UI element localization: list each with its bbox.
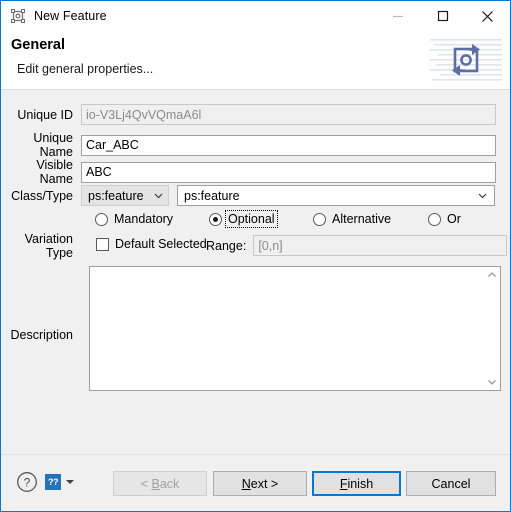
- range-label: Range:: [206, 238, 247, 253]
- help-badge-icon[interactable]: ??: [45, 474, 61, 490]
- visible-name-row: Visible Name: [1, 158, 511, 186]
- close-icon[interactable]: [465, 1, 510, 31]
- class-combo-value: ps:feature: [88, 188, 144, 203]
- unique-id-input[interactable]: [81, 104, 496, 125]
- unique-name-label: Unique Name: [33, 131, 73, 159]
- range-input[interactable]: [253, 235, 508, 256]
- page-title: General: [11, 37, 65, 53]
- chevron-down-icon: [478, 193, 487, 199]
- cancel-button[interactable]: Cancel: [406, 471, 496, 496]
- minimize-icon[interactable]: [375, 1, 420, 31]
- type-combo-value: ps:feature: [184, 188, 240, 203]
- dialog-footer: ? ?? < Back Next > Finish Cancel: [1, 454, 510, 511]
- range-row: Range:: [206, 235, 508, 256]
- back-button-label: < Back: [140, 476, 180, 491]
- help-circle-icon[interactable]: ?: [16, 471, 38, 493]
- scroll-up-icon[interactable]: [487, 270, 497, 280]
- description-textarea[interactable]: [89, 266, 501, 391]
- radio-alternative-label: Alternative: [332, 212, 392, 226]
- class-combo[interactable]: ps:feature: [81, 185, 169, 206]
- finish-button[interactable]: Finish: [312, 471, 401, 496]
- visible-name-input[interactable]: [81, 161, 496, 183]
- description-label: Description: [10, 328, 73, 342]
- feature-window-icon: [10, 8, 26, 24]
- radio-or-label: Or: [447, 212, 461, 226]
- scroll-down-icon[interactable]: [487, 377, 497, 387]
- sync-refresh-banner-icon: [430, 31, 502, 89]
- maximize-icon[interactable]: [420, 1, 465, 31]
- cancel-button-label: Cancel: [431, 476, 471, 491]
- radio-optional-label: Optional: [225, 210, 278, 228]
- radio-mandatory-label: Mandatory: [114, 212, 174, 226]
- radio-alternative[interactable]: Alternative: [313, 212, 392, 226]
- visible-name-label: Visible Name: [36, 158, 73, 186]
- default-selected-indicator: [96, 237, 109, 251]
- title-bar: New Feature: [1, 1, 510, 31]
- chevron-down-icon: [154, 193, 163, 199]
- description-scrollbar[interactable]: [484, 267, 500, 390]
- finish-button-label: Finish: [339, 476, 374, 491]
- radio-alternative-indicator: [313, 212, 326, 226]
- svg-text:?: ?: [24, 476, 31, 490]
- radio-mandatory[interactable]: Mandatory: [95, 212, 174, 226]
- unique-id-row: Unique ID: [1, 104, 511, 125]
- back-button[interactable]: < Back: [113, 471, 207, 496]
- window-title: New Feature: [34, 9, 107, 23]
- window-controls: [375, 1, 510, 31]
- form-area: Unique ID Unique Name Visible Name Class…: [1, 90, 510, 454]
- class-type-row: Class/Type ps:feature ps:feature: [1, 185, 511, 206]
- unique-id-label: Unique ID: [17, 107, 73, 122]
- chevron-down-icon[interactable]: [66, 480, 74, 484]
- unique-name-input[interactable]: [81, 134, 496, 156]
- next-button[interactable]: Next >: [213, 471, 307, 496]
- variation-type-label: Variation Type: [24, 232, 73, 260]
- radio-or[interactable]: Or: [428, 212, 462, 226]
- radio-or-indicator: [428, 212, 441, 226]
- next-button-label: Next >: [241, 476, 279, 491]
- unique-name-row: Unique Name: [1, 131, 511, 159]
- description-text[interactable]: [90, 267, 484, 390]
- radio-mandatory-indicator: [95, 212, 108, 226]
- class-type-label: Class/Type: [11, 188, 73, 203]
- type-combo[interactable]: ps:feature: [177, 185, 495, 206]
- default-selected-label: Default Selected: [115, 237, 207, 251]
- wizard-header: General Edit general properties...: [1, 31, 510, 90]
- default-selected-checkbox[interactable]: Default Selected: [96, 237, 208, 251]
- radio-optional[interactable]: Optional: [209, 210, 278, 228]
- radio-optional-indicator: [209, 212, 222, 226]
- page-subtitle: Edit general properties...: [17, 62, 154, 76]
- new-feature-dialog: New Feature General Edit general propert…: [0, 0, 511, 512]
